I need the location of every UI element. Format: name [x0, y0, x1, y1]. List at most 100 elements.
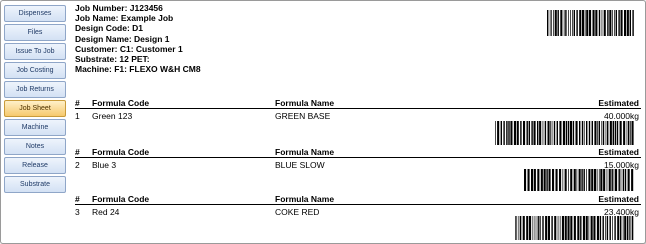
col-header-formula-name: Formula Name [275, 147, 335, 157]
sidebar-item-job-returns[interactable]: Job Returns [4, 81, 66, 98]
sidebar-item-notes[interactable]: Notes [4, 138, 66, 155]
col-header-formula-code: Formula Code [92, 98, 150, 108]
barcode-bar [527, 169, 530, 191]
barcode-bar [602, 121, 605, 145]
barcode-bar [601, 121, 603, 145]
barcode-bar [503, 121, 505, 145]
barcode-bar [624, 10, 627, 36]
sidebar-item-machine[interactable]: Machine [4, 119, 66, 136]
formula-name: GREEN BASE [275, 111, 331, 121]
col-header-num: # [75, 147, 80, 157]
barcode-bar [581, 169, 583, 191]
barcode-bar [500, 121, 502, 145]
barcode-bar [614, 10, 615, 36]
job-barcode [547, 10, 634, 36]
barcode-bar [630, 121, 631, 145]
sidebar-item-job-sheet[interactable]: Job Sheet [4, 100, 66, 117]
barcode-bar [591, 121, 593, 145]
barcode-bar [620, 216, 622, 240]
barcode-bar [573, 169, 576, 191]
barcode-bar [531, 169, 534, 191]
barcode-bar [607, 121, 609, 145]
barcode-bar [569, 121, 572, 145]
barcode-bar [623, 121, 626, 145]
formula-barcode-3 [515, 216, 634, 240]
barcode-bar [589, 10, 592, 36]
barcode-bar [616, 121, 619, 145]
barcode-bar [567, 121, 570, 145]
formula-name: COKE RED [275, 207, 320, 217]
barcode-bar [595, 10, 598, 36]
sidebar-item-issue-to-job[interactable]: Issue To Job [4, 43, 66, 60]
formula-code: Blue 3 [92, 160, 117, 170]
barcode-bar [542, 121, 544, 145]
barcode-bar [547, 10, 549, 36]
job-sheet-window: Dispenses Files Issue To Job Job Costing… [0, 0, 646, 244]
barcode-bar [506, 121, 508, 145]
barcode-bar [618, 169, 620, 191]
barcode-bar [570, 10, 571, 36]
col-header-num: # [75, 98, 80, 108]
barcode-bar [540, 169, 543, 191]
barcode-bar [586, 10, 589, 36]
sidebar-item-job-costing[interactable]: Job Costing [4, 62, 66, 79]
barcode-bar [544, 121, 547, 145]
barcode-bar [549, 10, 551, 36]
formula-num: 1 [75, 111, 80, 121]
barcode-bar [495, 121, 496, 145]
formula-barcode-1 [495, 121, 634, 145]
barcode-bar [627, 169, 630, 191]
barcode-bar [536, 216, 538, 240]
col-header-estimated: Estimated [598, 98, 639, 108]
design-name: Design Name: Design 1 [75, 33, 170, 44]
barcode-bar [537, 169, 540, 191]
barcode-bar [588, 121, 591, 145]
sidebar-item-files[interactable]: Files [4, 24, 66, 41]
barcode-bar [575, 121, 578, 145]
sidebar-item-release[interactable]: Release [4, 157, 66, 174]
design-code: Design Code: D1 [75, 23, 144, 34]
barcode-bar [565, 121, 568, 145]
formula-code: Green 123 [92, 111, 133, 121]
barcode-bar [629, 216, 630, 240]
barcode-bar [528, 121, 530, 145]
header-divider [75, 204, 641, 205]
barcode-bar [547, 216, 550, 240]
barcode-bar [584, 10, 586, 36]
barcode-bar [532, 216, 534, 240]
barcode-bar [570, 169, 573, 191]
barcode-bar [631, 216, 634, 240]
barcode-bar [547, 121, 550, 145]
barcode-bar [592, 10, 595, 36]
sidebar-item-substrate[interactable]: Substrate [4, 176, 66, 193]
barcode-bar [582, 10, 585, 36]
barcode-bar [553, 121, 556, 145]
col-header-formula-code: Formula Code [92, 147, 150, 157]
barcode-bar [519, 216, 522, 240]
barcode-bar [620, 169, 622, 191]
barcode-bar [557, 216, 559, 240]
sidebar-item-dispenses[interactable]: Dispenses [4, 5, 66, 22]
barcode-bar [579, 10, 582, 36]
barcode-bar [590, 216, 593, 240]
barcode-bar [577, 216, 580, 240]
barcode-bar [554, 216, 557, 240]
barcode-bar [540, 216, 541, 240]
barcode-bar [570, 216, 573, 240]
barcode-bar [580, 216, 582, 240]
barcode-bar [523, 121, 526, 145]
barcode-bar [539, 121, 542, 145]
barcode-bar [542, 216, 544, 240]
barcode-bar [631, 121, 634, 145]
barcode-bar [563, 10, 565, 36]
machine: Machine: F1: FLEXO W&H CM8 [75, 64, 201, 75]
col-header-formula-code: Formula Code [92, 194, 150, 204]
barcode-bar [516, 216, 518, 240]
job-sheet-content: Job Number: J123456 Job Name: Example Jo… [75, 1, 641, 243]
barcode-bar [581, 121, 584, 145]
barcode-bar [585, 216, 588, 240]
barcode-bar [622, 169, 625, 191]
barcode-bar [582, 216, 585, 240]
barcode-bar [600, 169, 603, 191]
barcode-bar [593, 216, 596, 240]
